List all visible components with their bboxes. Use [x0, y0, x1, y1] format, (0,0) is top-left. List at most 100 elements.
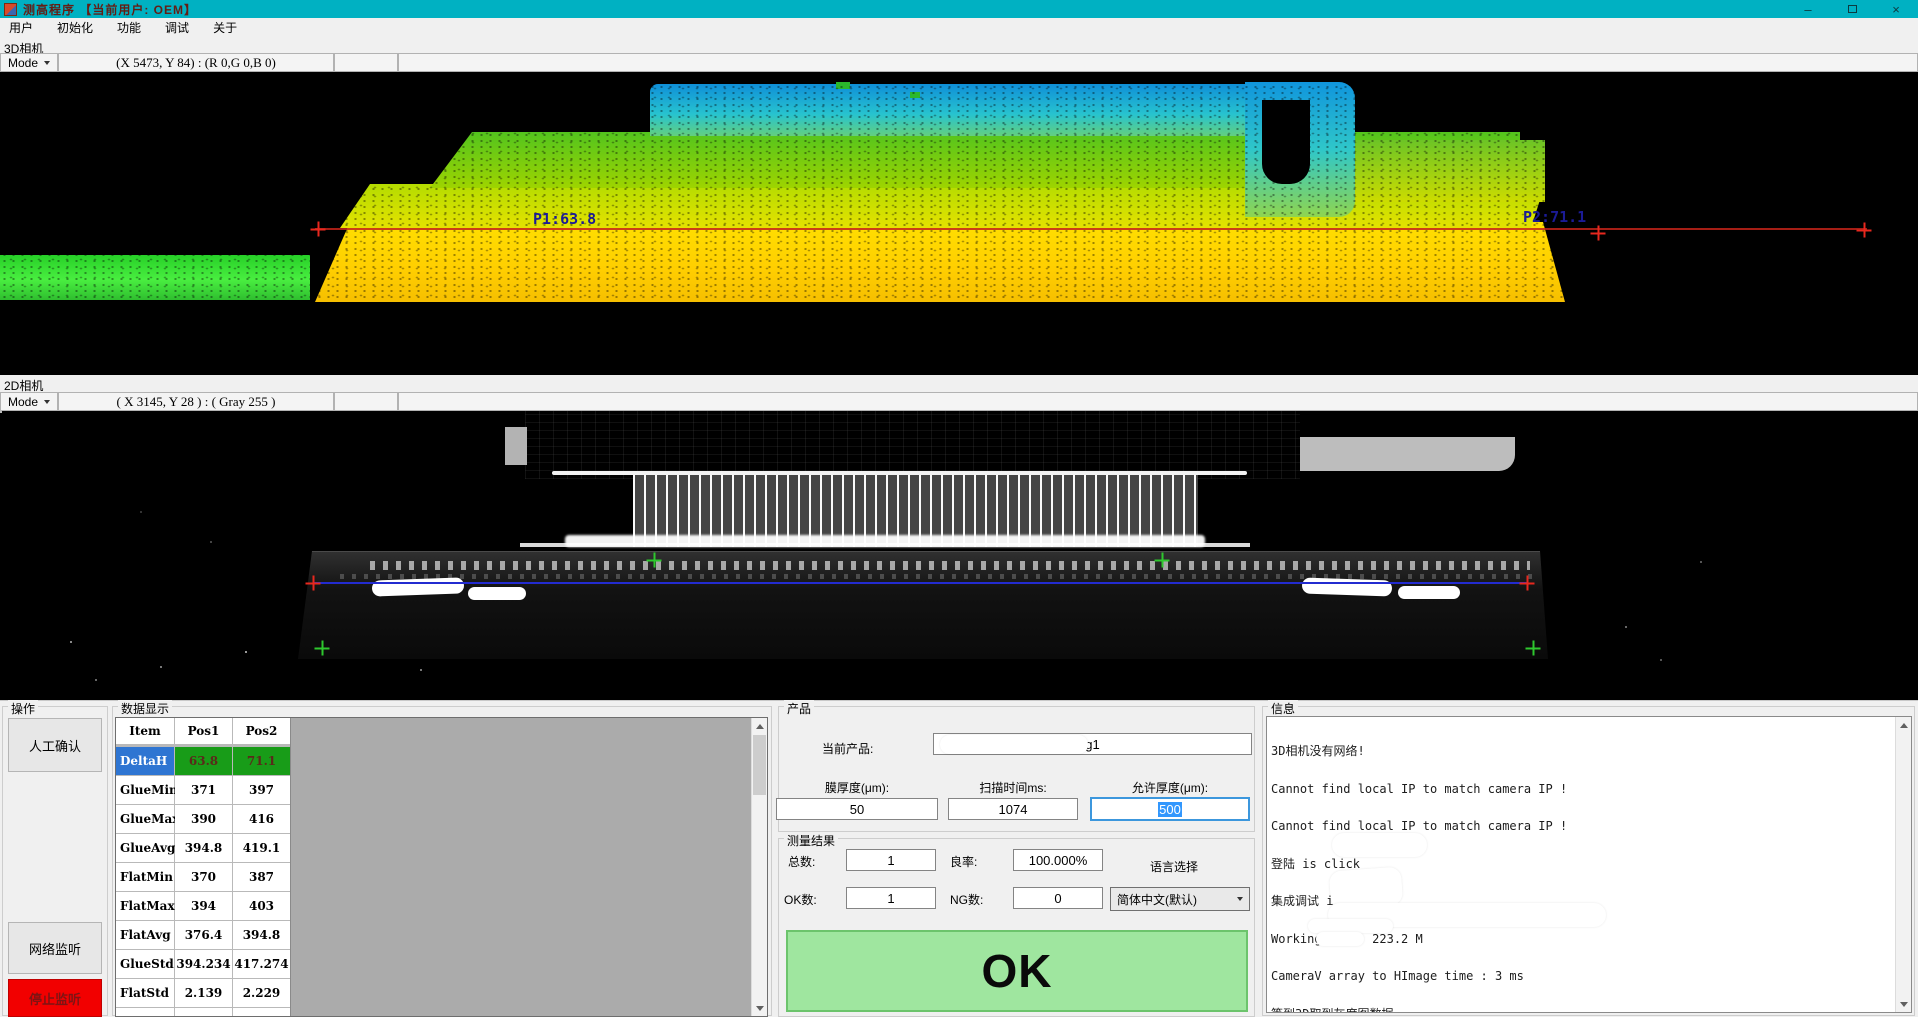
menu-user[interactable]: 用户	[0, 18, 45, 38]
table-cell[interactable]: 71.1	[233, 747, 290, 775]
marker-cross-green	[1155, 553, 1170, 568]
ok-count-field[interactable]: 1	[846, 887, 936, 909]
table-cell[interactable]: 2583.5	[175, 1008, 232, 1017]
log-line: CameraV array to HImage time : 3 ms	[1271, 970, 1891, 983]
table-header-item[interactable]: Item	[116, 718, 174, 744]
table-cell[interactable]: FlatStd	[116, 979, 174, 1007]
total-field[interactable]: 1	[846, 849, 936, 871]
minimize-button[interactable]: –	[1786, 0, 1830, 18]
table-cell[interactable]: 419.1	[233, 834, 290, 862]
info-log[interactable]: 3D相机没有网络! Cannot find local IP to match …	[1266, 716, 1912, 1013]
language-select[interactable]: 简体中文(默认)	[1110, 887, 1250, 911]
table-cell[interactable]: 2.229	[233, 979, 290, 1007]
table-cell[interactable]: DeltaH	[116, 747, 174, 775]
table-cell[interactable]: 7966.7	[233, 1008, 290, 1017]
table-cell[interactable]: 416	[233, 805, 290, 833]
camera3d-image-canvas[interactable]: P1:63.8 P2:71.1	[0, 72, 1918, 375]
scroll-down-icon	[1900, 1002, 1908, 1011]
camera2d-status-long	[398, 392, 1918, 411]
film-thickness-field[interactable]: 50	[776, 798, 938, 820]
result-status-panel: OK	[786, 930, 1248, 1012]
log-line: Working Set : 223.2 M	[1271, 933, 1891, 946]
table-cell[interactable]: 403	[233, 892, 290, 920]
total-label: 总数:	[788, 853, 815, 870]
table-cell[interactable]: 371	[175, 776, 232, 804]
product-group-label: 产品	[784, 700, 814, 717]
stop-listen-button[interactable]: 停止监听	[8, 979, 102, 1017]
measurement-table[interactable]: Item Pos1 Pos2 DeltaH 63.8 71.1 GlueMin …	[115, 717, 768, 1017]
table-cell[interactable]: GlueAvg	[116, 834, 174, 862]
menu-function[interactable]: 功能	[105, 18, 153, 38]
table-cell[interactable]: 387	[233, 863, 290, 891]
maximize-button[interactable]	[1830, 0, 1874, 18]
log-scrollbar[interactable]	[1895, 717, 1911, 1012]
menu-debug[interactable]: 调试	[153, 18, 201, 38]
table-cell[interactable]: 376.4	[175, 921, 232, 949]
camera3d-mode-button[interactable]: Mode	[0, 53, 58, 72]
camera3d-mode-bar: Mode (X 5473, Y 84) : (R 0,G 0,B 0)	[0, 53, 1918, 72]
ng-count-field[interactable]: 0	[1013, 887, 1103, 909]
camera3d-status-spacer	[334, 53, 398, 72]
table-cell[interactable]: FlatMax	[116, 892, 174, 920]
measurement-line	[315, 228, 1867, 230]
alignment-line	[313, 582, 1528, 584]
table-cell[interactable]: FlatAvg	[116, 921, 174, 949]
redaction-mark	[940, 735, 1088, 754]
solder-blob	[1398, 586, 1460, 599]
heightmap-noise-overlay	[0, 72, 1585, 308]
menu-init[interactable]: 初始化	[45, 18, 105, 38]
chevron-down-icon	[44, 400, 50, 404]
manual-confirm-button[interactable]: 人工确认	[8, 718, 102, 772]
pcb-right-arm	[1300, 437, 1515, 471]
table-cell[interactable]: 2.139	[175, 979, 232, 1007]
table-cell[interactable]: GlueMin	[116, 776, 174, 804]
scroll-down-button[interactable]	[752, 1000, 768, 1016]
scrollbar-thumb[interactable]	[753, 735, 766, 795]
data-display-group-label: 数据显示	[118, 700, 172, 717]
log-line: 3D相机没有网络!	[1271, 745, 1891, 758]
table-cell[interactable]: 63.8	[175, 747, 232, 775]
table-cell[interactable]: 417.274	[233, 950, 290, 978]
redaction-mark	[1308, 919, 1393, 933]
results-group-label: 测量结果	[784, 832, 838, 849]
marker-cross-mid	[1591, 226, 1606, 241]
scroll-up-button[interactable]	[752, 718, 768, 734]
app-icon	[4, 3, 17, 16]
menu-about[interactable]: 关于	[201, 18, 249, 38]
camera2d-mode-button[interactable]: Mode	[0, 392, 58, 411]
film-thickness-label: 膜厚度(μm):	[787, 779, 927, 796]
scan-time-field[interactable]: 1074	[948, 798, 1078, 820]
language-label: 语言选择	[1150, 858, 1198, 875]
close-button[interactable]: ×	[1874, 0, 1918, 18]
table-cell[interactable]: GlueStd	[116, 950, 174, 978]
base-dash-row	[370, 561, 1530, 570]
yield-field[interactable]: 100.000%	[1013, 849, 1103, 871]
marker-cross-left	[306, 576, 321, 591]
scroll-down-button[interactable]	[1896, 996, 1912, 1012]
marker-cross-green	[647, 553, 662, 568]
camera2d-mode-bar: Mode ( X 3145, Y 28 ) : ( Gray 255 )	[0, 392, 1918, 411]
log-line: 等到3D取到灰度图数据。	[1271, 1008, 1891, 1014]
table-cell[interactable]: 370	[175, 863, 232, 891]
network-listen-button[interactable]: 网络监听	[8, 922, 102, 974]
log-line: Cannot find local IP to match camera IP …	[1271, 820, 1891, 833]
info-group-label: 信息	[1268, 700, 1298, 717]
scroll-up-button[interactable]	[1896, 717, 1912, 733]
window-title: 测高程序 【当前用户: OEM】	[23, 1, 197, 18]
table-cell[interactable]: 394	[175, 892, 232, 920]
table-cell[interactable]: 390	[175, 805, 232, 833]
table-cell[interactable]: GlueMax	[116, 805, 174, 833]
table-cell[interactable]: 397	[233, 776, 290, 804]
operation-group-label: 操作	[8, 700, 38, 717]
table-cell[interactable]: X	[116, 1008, 174, 1017]
table-header-pos2[interactable]: Pos2	[233, 718, 290, 744]
allowed-thickness-field[interactable]: 500	[1090, 797, 1250, 821]
table-cell[interactable]: FlatMin	[116, 863, 174, 891]
table-cell[interactable]: 394.8	[175, 834, 232, 862]
table-cell[interactable]: 394.234	[175, 950, 232, 978]
table-scrollbar[interactable]	[751, 718, 767, 1016]
table-header-pos1[interactable]: Pos1	[175, 718, 232, 744]
camera2d-image-canvas[interactable]	[0, 411, 1918, 700]
table-cell[interactable]: 394.8	[233, 921, 290, 949]
solder-blob	[468, 587, 526, 600]
